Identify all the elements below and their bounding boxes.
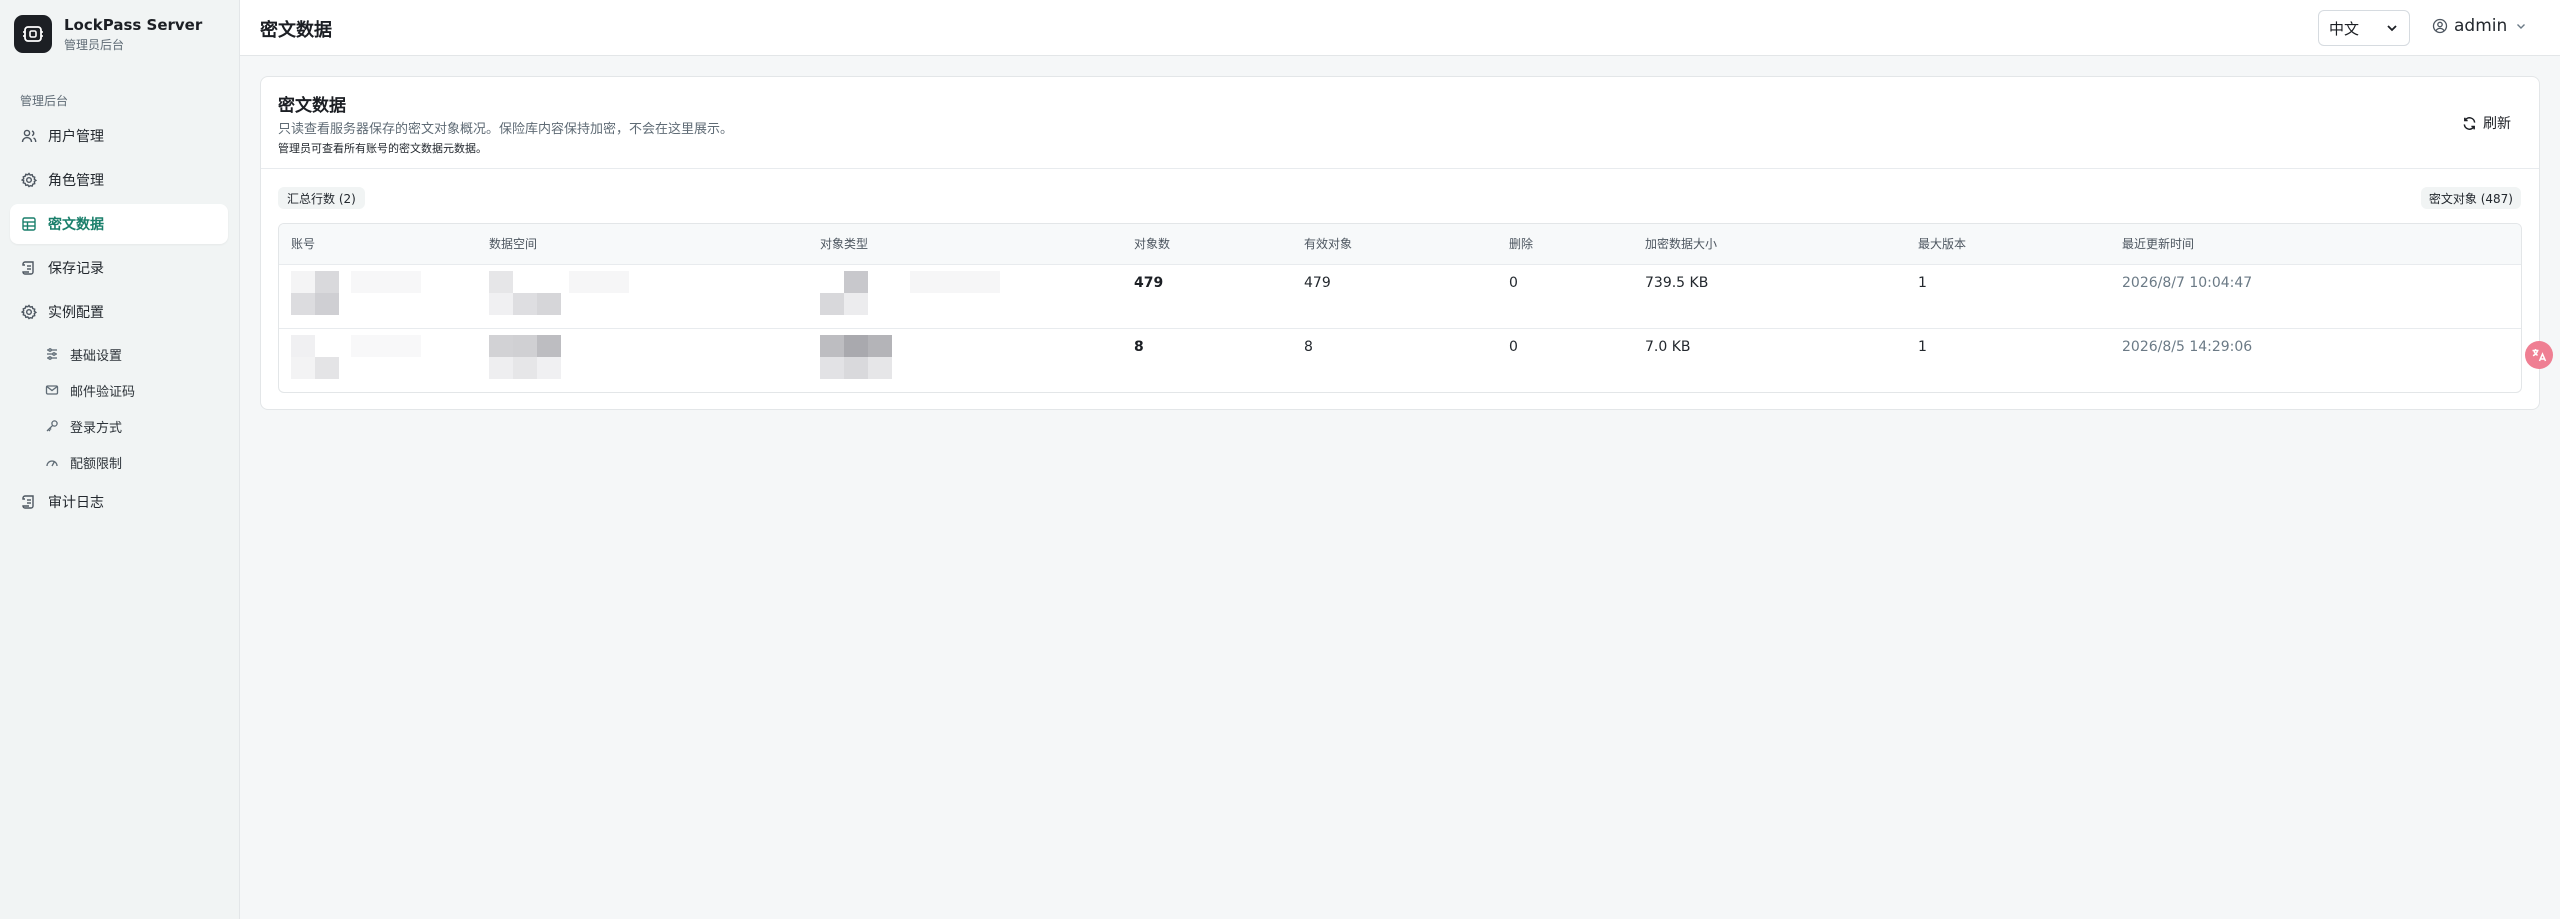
scroll-icon: [20, 493, 38, 511]
cell-data-space-redacted: [477, 328, 808, 392]
chevron-down-icon: [2515, 20, 2527, 32]
refresh-label: 刷新: [2483, 116, 2511, 132]
mail-icon: [44, 382, 60, 398]
user-circle-icon: [2432, 18, 2448, 34]
sidebar-item-label: 用户管理: [48, 129, 104, 145]
cell-active-objects: 479: [1292, 264, 1497, 329]
column-header-last-updated[interactable]: 最近更新时间: [2110, 224, 2521, 265]
language-select-value: 中文: [2329, 19, 2360, 38]
sidebar-item-ciphertext-data[interactable]: 密文数据: [10, 204, 228, 244]
app-name: LockPass Server: [64, 16, 203, 34]
language-select[interactable]: 中文: [2318, 10, 2410, 46]
sidebar-item-label: 审计日志: [48, 495, 104, 511]
sidebar-subitem-label: 登录方式: [70, 420, 123, 436]
sidebar-nav: 用户管理 角色管理 密文数据 保存记录 实例配置 基础设置 邮件验证码 登录方式…: [10, 116, 228, 526]
cell-object-type-redacted: [808, 328, 1122, 392]
cell-max-version: 1: [1918, 338, 1927, 355]
cell-max-version: 1: [1906, 264, 2110, 329]
sidebar-subitem-label: 配额限制: [70, 456, 123, 472]
table-row[interactable]: 479 479 0 739.5 KB 1 2026/8/7 10:04:47: [279, 264, 2521, 329]
cell-active-objects: 8: [1304, 338, 1313, 355]
table-header-row: 账号 数据空间 对象类型 对象数 有效对象 删除 加密数据大小 最大版本 最近更…: [279, 224, 2521, 265]
sidebar-subitem-label: 基础设置: [70, 348, 123, 364]
sidebar-item-label: 密文数据: [48, 217, 104, 233]
gear-icon: [20, 171, 38, 189]
refresh-icon: [2462, 116, 2477, 131]
sidebar-subitem-email-code[interactable]: 邮件验证码: [10, 372, 228, 408]
cell-deleted: 0: [1509, 338, 1518, 355]
cell-last-updated: 2026/8/7 10:04:47: [2110, 264, 2521, 329]
cell-object-type-redacted: [808, 264, 1122, 329]
cell-last-updated: 2026/8/5 14:29:06: [2122, 338, 2253, 355]
cell-data-space-redacted: [477, 264, 808, 329]
card-description: 只读查看服务器保存的密文对象概况。保险库内容保持加密，不会在这里展示。: [278, 122, 734, 137]
key-icon: [44, 418, 60, 434]
scroll-icon: [20, 259, 38, 277]
users-icon: [20, 127, 38, 145]
sidebar: LockPass Server 管理员后台 管理后台 用户管理 角色管理 密文数…: [0, 0, 240, 919]
user-name: admin: [2454, 16, 2508, 36]
sliders-icon: [44, 346, 60, 362]
table-icon: [20, 215, 38, 233]
summary-rows-badge: 汇总行数 (2): [278, 187, 365, 209]
column-header-encrypted-size[interactable]: 加密数据大小: [1633, 224, 1906, 265]
lockpass-logo-icon: [14, 15, 52, 53]
gear-icon: [20, 303, 38, 321]
sidebar-item-roles[interactable]: 角色管理: [10, 160, 228, 200]
column-header-account[interactable]: 账号: [279, 224, 477, 265]
cell-account-redacted: [279, 328, 477, 392]
column-header-object-count[interactable]: 对象数: [1122, 224, 1292, 265]
card-header: 密文数据 只读查看服务器保存的密文对象概况。保险库内容保持加密，不会在这里展示。…: [261, 77, 2539, 169]
cell-encrypted-size: 739.5 KB: [1633, 264, 1906, 329]
ciphertext-card: 密文数据 只读查看服务器保存的密文对象概况。保险库内容保持加密，不会在这里展示。…: [260, 76, 2540, 410]
cell-deleted: 0: [1497, 264, 1633, 329]
sidebar-item-label: 角色管理: [48, 173, 104, 189]
sidebar-subitem-login-methods[interactable]: 登录方式: [10, 408, 228, 444]
sidebar-item-users[interactable]: 用户管理: [10, 116, 228, 156]
cell-object-count: 479: [1122, 264, 1292, 329]
sidebar-item-save-records[interactable]: 保存记录: [10, 248, 228, 288]
cell-object-count: 8: [1134, 338, 1144, 355]
sidebar-item-label: 实例配置: [48, 305, 104, 321]
sidebar-subitem-quota-limits[interactable]: 配额限制: [10, 444, 228, 480]
user-menu[interactable]: admin: [2432, 16, 2527, 36]
column-header-deleted[interactable]: 删除: [1497, 224, 1633, 265]
sidebar-subitem-label: 邮件验证码: [70, 384, 136, 400]
page-title: 密文数据: [260, 20, 332, 41]
column-header-data-space[interactable]: 数据空间: [477, 224, 808, 265]
nav-section-label: 管理后台: [20, 94, 69, 108]
cell-encrypted-size: 7.0 KB: [1645, 338, 1691, 355]
card-title: 密文数据: [278, 96, 346, 116]
column-header-active-objects[interactable]: 有效对象: [1292, 224, 1497, 265]
translate-float-icon[interactable]: [2525, 341, 2553, 369]
brand[interactable]: LockPass Server 管理员后台: [14, 14, 202, 54]
objects-count-badge: 密文对象 (487): [2420, 187, 2521, 209]
top-bar: 密文数据 中文 admin: [240, 0, 2560, 56]
sidebar-subitem-basic-settings[interactable]: 基础设置: [10, 336, 228, 372]
refresh-button[interactable]: 刷新: [2462, 113, 2511, 133]
app-root: LockPass Server 管理员后台 管理后台 用户管理 角色管理 密文数…: [0, 0, 2560, 919]
cell-account-redacted: [279, 264, 477, 329]
card-note: 管理员可查看所有账号的密文数据元数据。: [278, 142, 487, 155]
ciphertext-table: 账号 数据空间 对象类型 对象数 有效对象 删除 加密数据大小 最大版本 最近更…: [278, 223, 2522, 393]
column-header-max-version[interactable]: 最大版本: [1906, 224, 2110, 265]
app-subtitle: 管理员后台: [64, 38, 125, 52]
sidebar-item-instance-config[interactable]: 实例配置: [10, 292, 228, 332]
chevron-down-icon: [2385, 21, 2399, 39]
column-header-object-type[interactable]: 对象类型: [808, 224, 1122, 265]
gauge-icon: [44, 454, 60, 470]
sidebar-item-label: 保存记录: [48, 261, 104, 277]
table-row[interactable]: 8 8 0 7.0 KB 1 2026/8/5 14:29:06: [279, 328, 2521, 392]
sidebar-item-audit-log[interactable]: 审计日志: [10, 482, 228, 522]
